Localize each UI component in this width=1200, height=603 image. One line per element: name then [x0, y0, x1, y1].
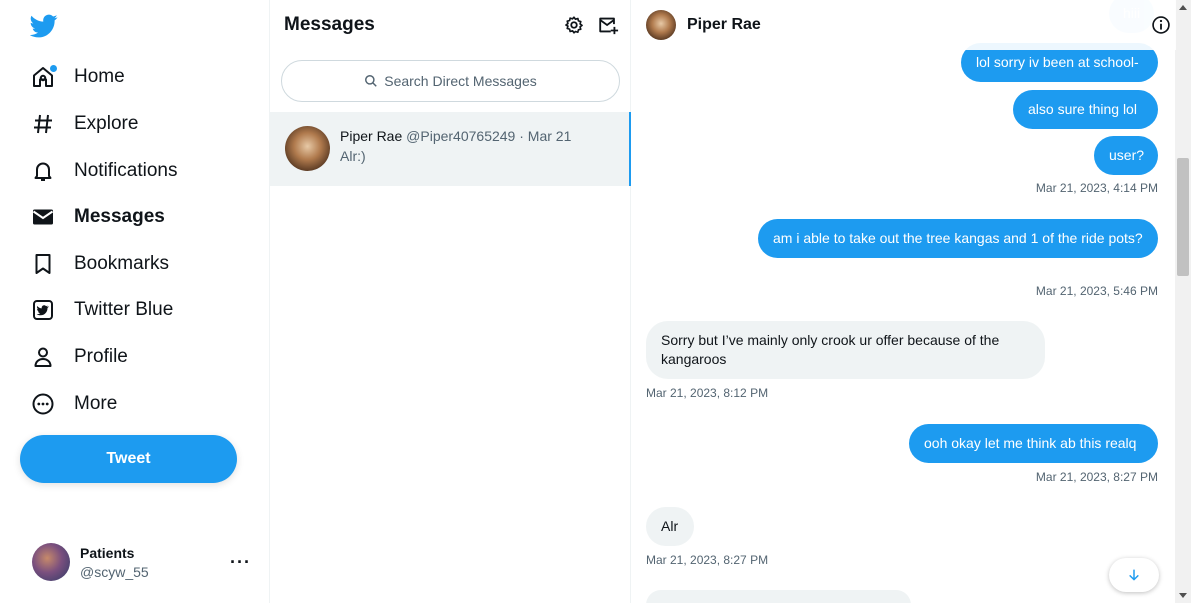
scroll-to-bottom-button[interactable]	[1109, 558, 1159, 592]
avatar	[32, 543, 70, 581]
scroll-up-arrow[interactable]	[1179, 5, 1187, 10]
conversation-name: Piper Rae	[340, 128, 403, 144]
avatar[interactable]	[646, 10, 676, 40]
message-timestamp: Mar 21, 2023, 8:27 PM	[1035, 470, 1158, 484]
nav-more-label: More	[74, 393, 118, 414]
scroll-down-arrow[interactable]	[1179, 593, 1187, 598]
envelope-icon	[30, 204, 56, 230]
nav-messages[interactable]: Messages	[30, 197, 165, 237]
message-timestamp: Mar 21, 2023, 8:27 PM	[646, 553, 769, 567]
chat-header: Piper Rae	[631, 0, 1176, 50]
message-timestamp: Mar 21, 2023, 4:14 PM	[1035, 181, 1158, 195]
notification-dot	[50, 65, 57, 72]
bookmark-icon	[30, 251, 56, 277]
nav-twitter-blue-label: Twitter Blue	[74, 299, 174, 320]
search-icon	[365, 75, 377, 87]
arrow-down-icon	[1129, 569, 1139, 581]
conversation-meta: @Piper40765249 · Mar 21	[406, 128, 572, 144]
hashtag-icon	[30, 111, 56, 137]
nav-twitter-blue[interactable]: Twitter Blue	[30, 290, 173, 330]
nav-home[interactable]: Home	[30, 57, 125, 97]
conversation-header: Piper Rae @Piper40765249 · Mar 21	[340, 128, 571, 144]
account-name: Patients	[80, 544, 135, 561]
nav-home-label: Home	[74, 66, 125, 87]
message-timestamp: Mar 21, 2023, 5:46 PM	[1035, 284, 1158, 298]
tweet-button[interactable]: Tweet	[20, 435, 237, 483]
nav-bookmarks[interactable]: Bookmarks	[30, 244, 169, 284]
message-bubble-incoming[interactable]: Sorry but I’ve mainly only crook ur offe…	[646, 321, 1045, 379]
account-handle: @scyw_55	[80, 563, 149, 580]
message-bubble-outgoing[interactable]: ooh okay let me think ab this realq	[909, 424, 1158, 463]
search-input[interactable]: Search Direct Messages	[281, 60, 620, 102]
search-placeholder: Search Direct Messages	[384, 73, 537, 89]
home-icon	[30, 64, 57, 90]
nav-explore-label: Explore	[74, 113, 139, 134]
scrollbar-thumb[interactable]	[1177, 158, 1189, 276]
messages-panel: Messages Search Direct Messages Piper Ra…	[270, 0, 631, 603]
gear-icon[interactable]	[563, 14, 585, 36]
message-bubble-outgoing[interactable]: user?	[1094, 136, 1158, 175]
scrollbar[interactable]	[1175, 0, 1191, 603]
info-icon[interactable]	[1151, 15, 1171, 35]
compose-message-icon[interactable]	[597, 14, 619, 36]
page-title: Messages	[284, 14, 375, 35]
twitter-logo-icon[interactable]	[30, 12, 58, 40]
more-options-icon[interactable]: ···	[230, 552, 251, 573]
message-bubble-incoming[interactable]	[646, 590, 911, 603]
nav-more[interactable]: More	[30, 384, 117, 424]
nav-notifications-label: Notifications	[74, 160, 178, 181]
conversation-preview: Alr:)	[340, 148, 366, 164]
bell-icon	[30, 158, 56, 184]
chat-partner-name[interactable]: Piper Rae	[687, 16, 761, 34]
more-circle-icon	[30, 391, 56, 417]
twitter-blue-icon	[30, 297, 56, 323]
nav-bookmarks-label: Bookmarks	[74, 253, 170, 274]
nav-profile-label: Profile	[74, 346, 128, 367]
conversation-item[interactable]: Piper Rae @Piper40765249 · Mar 21 Alr:)	[270, 112, 631, 186]
nav-explore[interactable]: Explore	[30, 104, 138, 144]
message-bubble-incoming[interactable]: Alr	[646, 507, 694, 546]
account-switcher[interactable]: Patients @scyw_55 ···	[32, 540, 257, 584]
nav-profile[interactable]: Profile	[30, 337, 128, 377]
message-bubble-outgoing[interactable]: also sure thing lol	[1013, 90, 1158, 129]
message-bubble-outgoing[interactable]: am i able to take out the tree kangas an…	[758, 219, 1158, 258]
avatar	[285, 126, 330, 171]
message-timestamp: Mar 21, 2023, 8:12 PM	[646, 386, 769, 400]
nav-messages-label: Messages	[74, 206, 165, 227]
chat-panel: Piper Rae hiii lol sorry iv been at scho…	[631, 0, 1200, 603]
left-sidebar: Home Explore Notifications Messages Book…	[0, 0, 270, 603]
person-icon	[30, 344, 56, 370]
nav-notifications[interactable]: Notifications	[30, 151, 178, 191]
